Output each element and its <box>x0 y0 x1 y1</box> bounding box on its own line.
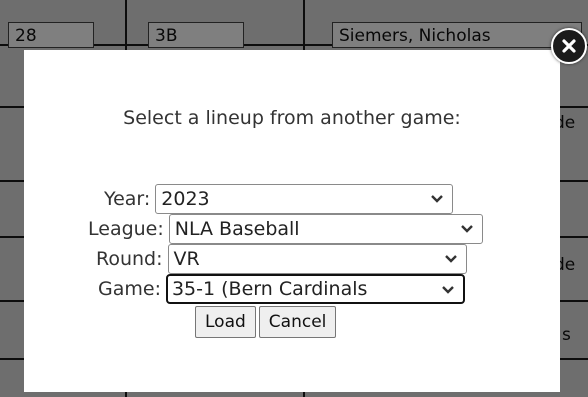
league-row: League: NLA Baseball <box>88 214 483 244</box>
league-label: League: <box>88 218 164 240</box>
dialog-title: Select a lineup from another game: <box>123 107 461 129</box>
round-select[interactable]: VR <box>167 244 467 274</box>
game-row: Game: 35-1 (Bern Cardinals <box>98 274 465 304</box>
dialog-buttons: Load Cancel <box>195 306 339 338</box>
year-value: 2023 <box>161 188 210 210</box>
round-label: Round: <box>96 248 163 270</box>
game-value: 35-1 (Bern Cardinals <box>171 278 368 300</box>
chevron-down-icon <box>460 225 473 233</box>
close-icon <box>562 39 576 53</box>
round-value: VR <box>173 248 200 270</box>
lineup-select-dialog: Select a lineup from another game: Year:… <box>24 50 560 392</box>
chevron-down-icon <box>431 195 444 203</box>
game-select[interactable]: 35-1 (Bern Cardinals <box>165 274 465 304</box>
round-row: Round: VR <box>96 244 467 274</box>
chevron-down-icon <box>444 255 457 263</box>
year-select[interactable]: 2023 <box>155 184 454 214</box>
chevron-down-icon <box>442 286 454 294</box>
year-row: Year: 2023 <box>104 184 454 214</box>
league-select[interactable]: NLA Baseball <box>168 214 483 244</box>
close-button[interactable] <box>551 28 587 64</box>
game-label: Game: <box>98 278 161 300</box>
league-value: NLA Baseball <box>174 218 300 240</box>
cancel-button[interactable]: Cancel <box>258 306 337 338</box>
year-label: Year: <box>104 188 151 210</box>
load-button[interactable]: Load <box>195 306 256 338</box>
